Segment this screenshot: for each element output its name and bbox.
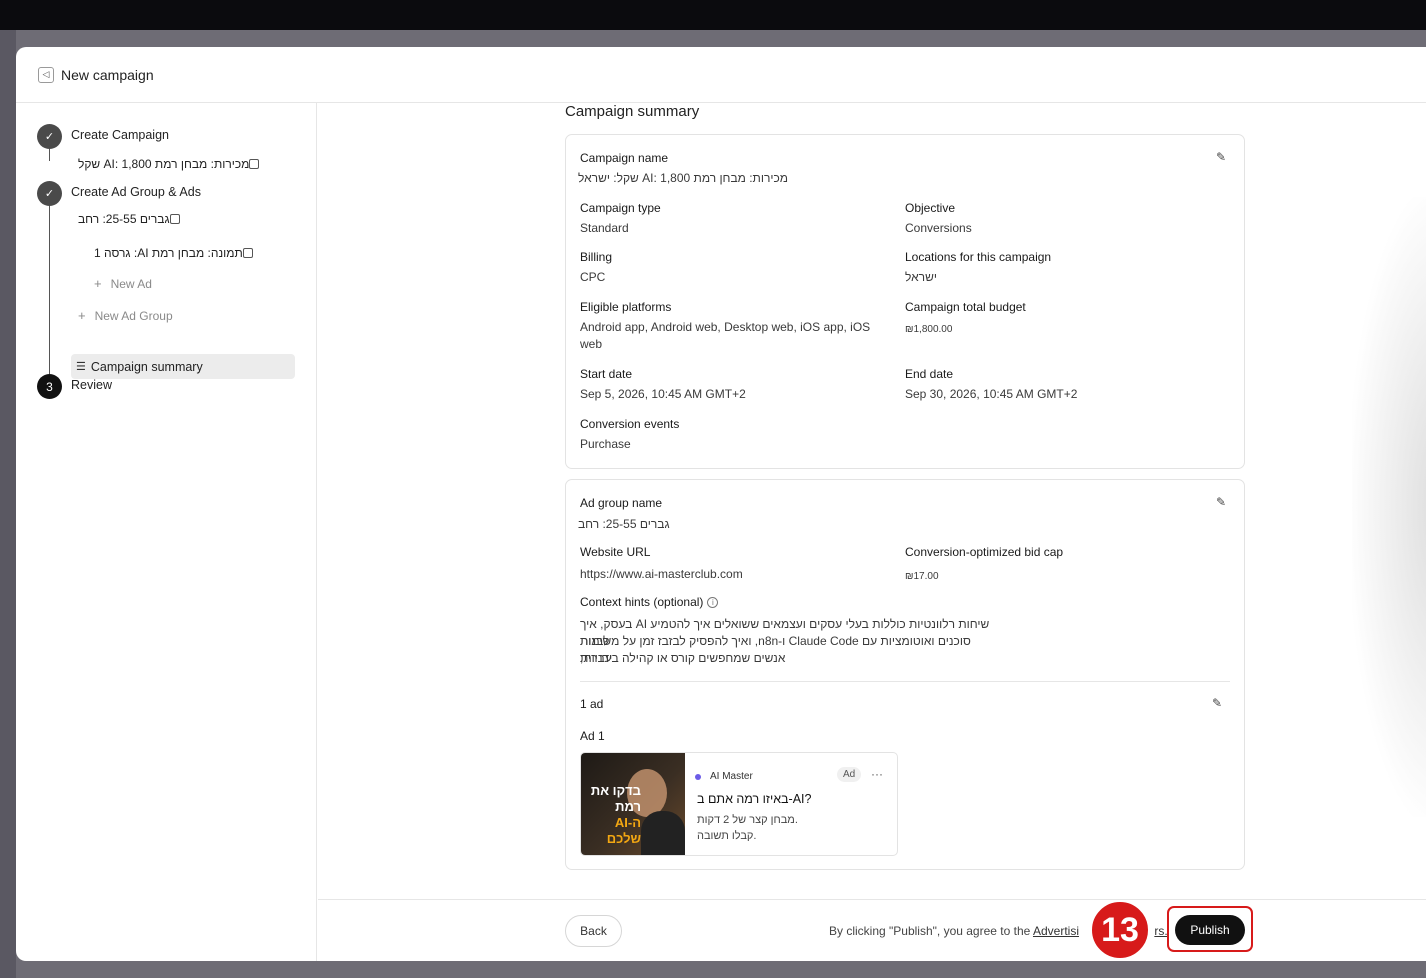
sidebar-item-label: גברים 25-55: רחב — [78, 212, 170, 226]
objective-value: Conversions — [905, 221, 972, 235]
new-ad-button[interactable]: + New Ad — [94, 276, 152, 291]
campaign-type-label: Campaign type — [580, 201, 661, 215]
step-connector — [49, 195, 50, 374]
end-date-label: End date — [905, 367, 954, 381]
ad-brand: AI Master — [695, 771, 753, 782]
steps-sidebar: ✓ Create Campaign מכירות: מבחן רמת AI: 1… — [16, 103, 317, 961]
backdrop-left-strip — [0, 30, 16, 978]
context-hints-label-text: Context hints (optional) — [580, 595, 704, 609]
locations-label: Locations for this campaign — [905, 250, 1052, 264]
context-hints-label: Context hints (optional) i — [580, 595, 719, 609]
megaphone-icon — [249, 159, 260, 169]
step-number-badge: 13 — [1090, 900, 1150, 960]
sidebar-item-label: Campaign summary — [90, 359, 203, 374]
sidebar-item-label: תמונה: מבחן רמת AI: גרסה 1 — [94, 246, 243, 260]
new-ad-group-button[interactable]: + New Ad Group — [78, 308, 173, 323]
new-ad-group-label: New Ad Group — [94, 308, 173, 323]
step-number-badge: 3 — [37, 374, 62, 399]
pencil-icon[interactable]: ✎ — [1210, 696, 1224, 710]
context-hints-line: אנשים שמחפשים קורס או קהילה בעברית — [580, 651, 786, 665]
billing-value: CPC — [580, 270, 606, 284]
locations-value: ישראל — [905, 270, 937, 284]
ad-group-icon — [169, 214, 180, 224]
step-create-ad-group[interactable]: Create Ad Group & Ads — [71, 185, 201, 199]
step-complete-check-icon: ✓ — [37, 124, 62, 149]
step-complete-check-icon: ✓ — [37, 181, 62, 206]
section-title: Campaign summary — [565, 103, 700, 120]
agreement-prefix: By clicking "Publish", you agree to the — [829, 924, 1031, 938]
budget-value: ₪1,800.00 — [905, 324, 953, 335]
start-date-label: Start date — [580, 367, 633, 381]
ad-image-text: בדקו את רמת ה-AI שלכם — [587, 783, 641, 847]
modal-footer: Back By clicking "Publish", you agree to… — [318, 899, 1426, 961]
ad-description-line: מבחן קצר של 2 דקות. — [697, 814, 798, 826]
back-button[interactable]: Back — [565, 915, 622, 947]
sidebar-item-ad[interactable]: תמונה: מבחן רמת AI: גרסה 1 — [94, 246, 261, 260]
ad-image: בדקו את רמת ה-AI שלכם — [581, 753, 685, 855]
ad-description: מבחן קצר של 2 דקות. קבלו תשובה. — [697, 812, 798, 844]
campaign-card: ✎ Campaign name מכירות: מבחן רמת AI: 1,8… — [565, 134, 1245, 469]
step-create-campaign[interactable]: Create Campaign — [71, 128, 169, 142]
more-options-icon[interactable]: ··· — [871, 767, 883, 781]
pencil-icon[interactable]: ✎ — [1214, 150, 1228, 164]
ad-group-card: ✎ Ad group name גברים 25-55: רחב Website… — [565, 479, 1245, 870]
ad-group-name-value: גברים 25-55: רחב — [578, 517, 670, 531]
bid-cap-label: Conversion-optimized bid cap — [905, 545, 1064, 559]
ad-brand-name: AI Master — [710, 771, 753, 782]
agreement-suffix: rs. — [1154, 924, 1168, 938]
conversion-events-value: Purchase — [580, 437, 631, 451]
billing-label: Billing — [580, 250, 613, 264]
campaign-name-value: מכירות: מבחן רמת AI: 1,800 שקל: ישראל — [578, 171, 789, 185]
plus-icon: + — [94, 276, 102, 291]
info-icon[interactable]: i — [707, 596, 719, 608]
platforms-value: Android app, Android web, Desktop web, i… — [580, 320, 871, 351]
bid-cap-value: ₪17.00 — [905, 571, 939, 582]
new-ad-label: New Ad — [110, 276, 152, 291]
end-date-value: Sep 30, 2026, 10:45 AM GMT+2 — [905, 387, 1078, 401]
sidebar-item-label: מכירות: מבחן רמת AI: 1,800 שקל — [78, 157, 250, 171]
list-icon: ☰ — [76, 361, 86, 373]
start-date-value: Sep 5, 2026, 10:45 AM GMT+2 — [580, 387, 746, 401]
os-top-bar — [0, 0, 1426, 30]
step-review[interactable]: Review — [71, 378, 112, 392]
sidebar-item-campaign[interactable]: מכירות: מבחן רמת AI: 1,800 שקל — [78, 157, 267, 171]
ad-image-text-line: ה-AI שלכם — [606, 815, 641, 846]
ad-description-line: קבלו תשובה. — [697, 830, 757, 842]
advertising-terms-link[interactable]: Advertisi — [1033, 924, 1079, 938]
modal-header: ◁ New campaign — [16, 47, 1426, 103]
website-url-value: https://www.ai-masterclub.com — [580, 567, 743, 581]
ad-headline: באיזו רמה אתם ב-AI? — [697, 792, 812, 806]
ad-preview[interactable]: בדקו את רמת ה-AI שלכם AI Master Ad ··· ב… — [580, 752, 898, 856]
image-ad-icon — [242, 248, 253, 258]
ad-group-name-label: Ad group name — [580, 496, 663, 510]
objective-label: Objective — [905, 201, 956, 215]
section-divider — [580, 681, 1230, 682]
platforms-label: Eligible platforms — [580, 300, 672, 314]
modal-title: New campaign — [61, 66, 154, 83]
offscreen-shadow — [1352, 197, 1426, 817]
ad-image-body — [641, 811, 685, 855]
pencil-icon[interactable]: ✎ — [1214, 495, 1228, 509]
ad-image-text-line: בדקו את רמת — [590, 783, 641, 814]
campaign-type-value: Standard — [580, 221, 629, 235]
megaphone-icon: ◁ — [38, 66, 54, 83]
plus-icon: + — [78, 308, 86, 323]
sidebar-item-ad-group[interactable]: גברים 25-55: רחב — [78, 212, 188, 226]
website-url-label: Website URL — [580, 545, 651, 559]
ads-count: 1 ad — [580, 697, 604, 711]
sidebar-item-campaign-summary[interactable]: ☰ Campaign summary — [71, 354, 295, 379]
brand-logo-icon — [695, 773, 701, 780]
ad-badge: Ad — [837, 767, 862, 782]
ad-label: Ad 1 — [580, 729, 605, 743]
conversion-events-label: Conversion events — [580, 417, 680, 431]
new-campaign-modal: ◁ New campaign ✓ Create Campaign מכירות:… — [16, 47, 1426, 961]
summary-panel: Campaign summary ✎ Campaign name מכירות:… — [318, 103, 1426, 899]
campaign-name-label: Campaign name — [580, 151, 669, 165]
budget-label: Campaign total budget — [905, 300, 1026, 314]
publish-button[interactable]: Publish — [1175, 915, 1245, 945]
